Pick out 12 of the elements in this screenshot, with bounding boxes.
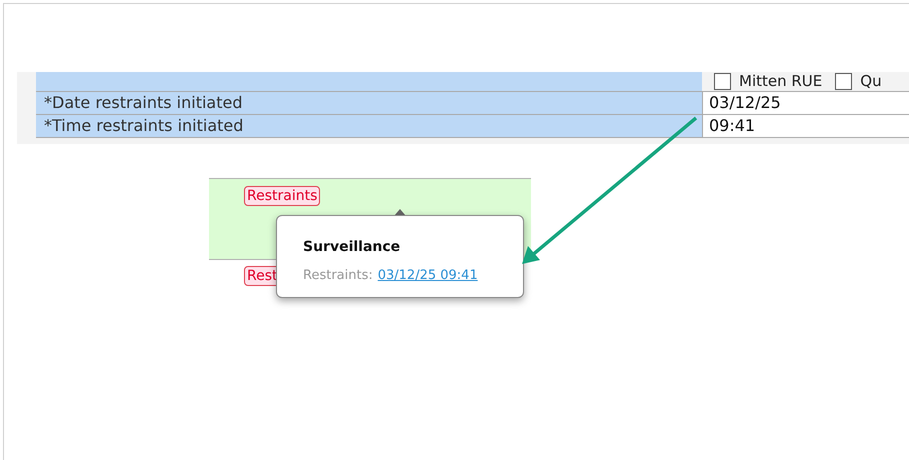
label-cell: *Time restraints initiated [36,115,702,137]
checkbox[interactable] [714,73,731,90]
label-cell: *Date restraints initiated [36,92,702,114]
popover-title: Surveillance [303,238,402,257]
restraints-tag[interactable]: Restraints [244,186,320,206]
date-link[interactable]: 03/12/25 09:41 [378,266,478,286]
popover-label: Restraints: [303,267,373,285]
value-cell: 03/12/25 [702,92,909,114]
value-cell: 09:41 [702,115,909,137]
checkbox-label: Qu [860,74,882,89]
checkbox[interactable] [835,73,852,90]
checkbox-label: Mitten RUE [739,74,822,89]
